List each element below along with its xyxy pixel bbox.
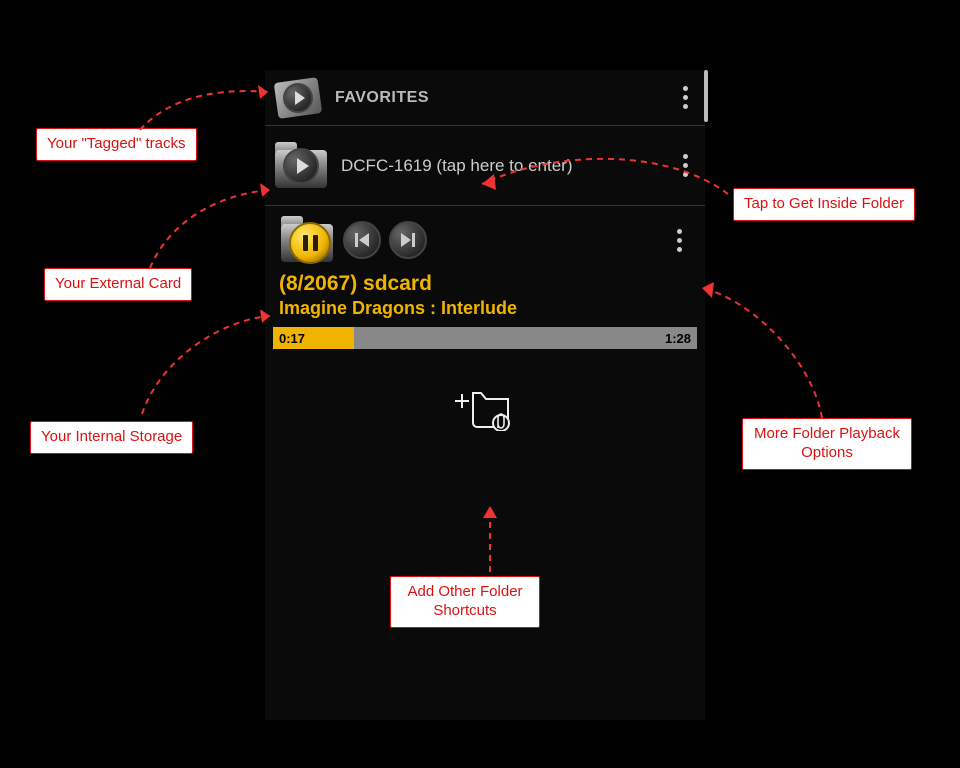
callout-add-shortcuts: Add Other Folder Shortcuts xyxy=(390,576,540,628)
callout-more-options: More Folder Playback Options xyxy=(742,418,912,470)
track-title: Imagine Dragons : Interlude xyxy=(279,298,691,319)
favorites-label: FAVORITES xyxy=(335,89,673,107)
folder-icon xyxy=(273,142,329,190)
favorites-row[interactable]: FAVORITES xyxy=(265,70,705,126)
pause-button[interactable] xyxy=(289,222,331,264)
previous-track-button[interactable] xyxy=(343,221,381,259)
player-row: (8/2067) sdcard Imagine Dragons : Interl… xyxy=(265,206,705,437)
player-menu-button[interactable] xyxy=(667,220,691,260)
favorites-icon xyxy=(273,76,323,120)
folder-row[interactable]: DCFC-1619 (tap here to enter) xyxy=(265,126,705,206)
time-elapsed: 0:17 xyxy=(273,331,305,346)
folder-label: DCFC-1619 (tap here to enter) xyxy=(341,156,673,176)
progress-bar[interactable]: 0:17 1:28 xyxy=(273,327,697,349)
callout-external-card: Your External Card xyxy=(44,268,192,301)
arrow-icon xyxy=(692,280,852,430)
arrow-icon xyxy=(130,310,280,420)
next-track-button[interactable] xyxy=(389,221,427,259)
arrow-icon xyxy=(140,180,280,270)
callout-tap-inside-folder: Tap to Get Inside Folder xyxy=(733,188,915,221)
folder-menu-button[interactable] xyxy=(673,146,697,186)
scrollbar[interactable] xyxy=(704,70,708,122)
track-counter: (8/2067) sdcard xyxy=(279,272,691,296)
arrow-icon xyxy=(130,76,280,136)
player-folder-icon xyxy=(279,216,335,264)
add-folder-shortcut-button[interactable] xyxy=(449,377,521,431)
favorites-menu-button[interactable] xyxy=(673,78,697,118)
callout-internal-storage: Your Internal Storage xyxy=(30,421,193,454)
time-duration: 1:28 xyxy=(665,331,697,346)
callout-tagged-tracks: Your "Tagged" tracks xyxy=(36,128,197,161)
